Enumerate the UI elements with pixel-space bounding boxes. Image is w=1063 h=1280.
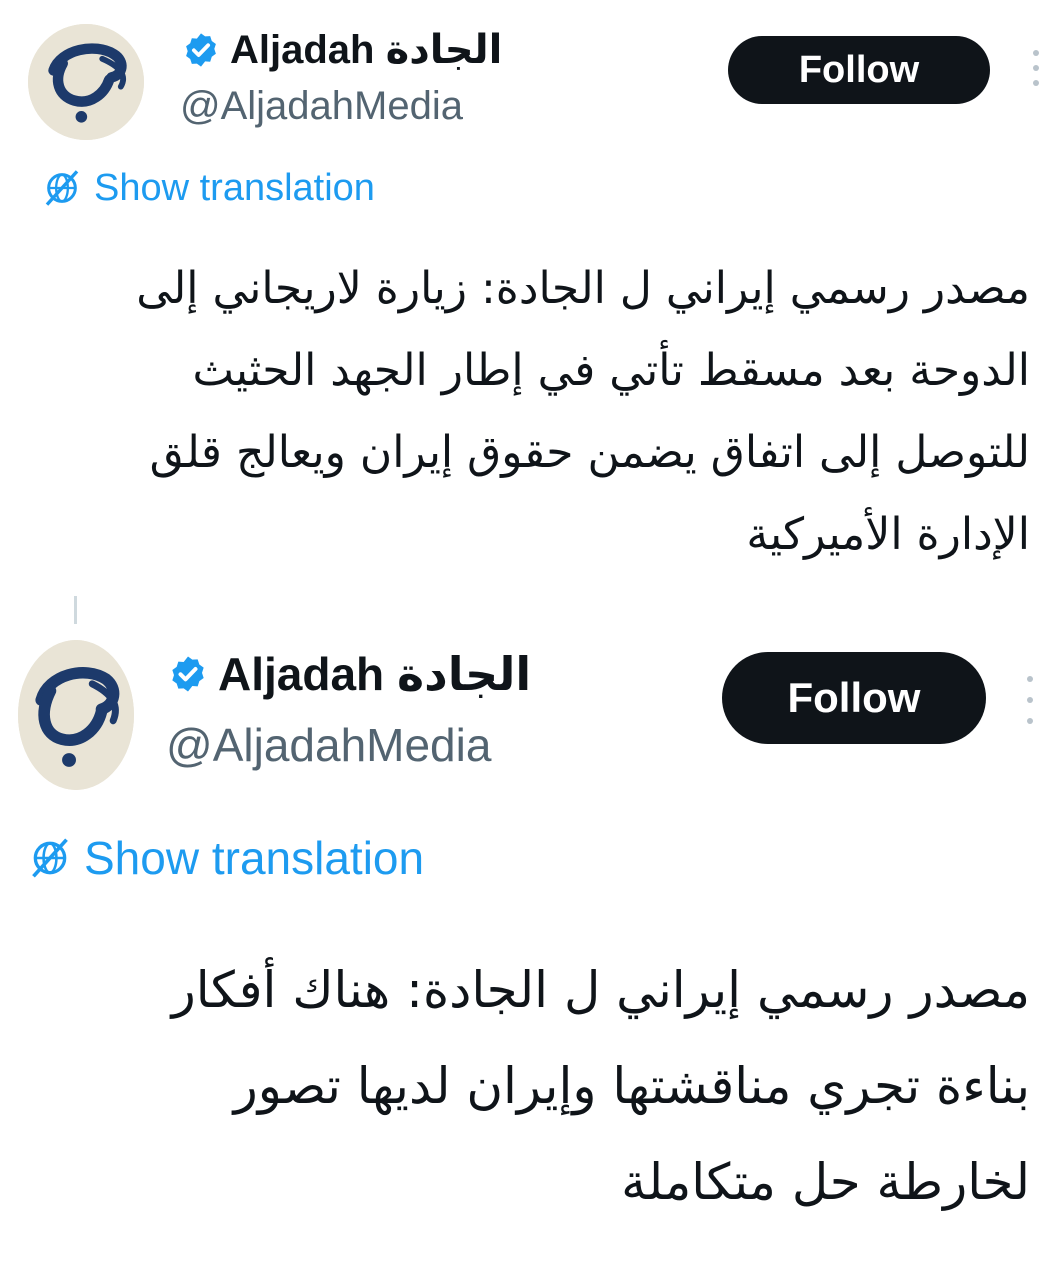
globe-slash-icon (42, 168, 82, 208)
verified-badge-icon (182, 31, 220, 69)
author-handle[interactable]: @AljadahMedia (180, 84, 463, 129)
more-vertical-icon[interactable] (1024, 676, 1036, 724)
author-handle[interactable]: @AljadahMedia (166, 718, 491, 772)
verified-badge-icon (168, 654, 208, 694)
avatar[interactable] (28, 24, 144, 140)
tweet-text: مصدر رسمي إيراني ل الجادة: زيارة لاريجان… (136, 263, 1030, 560)
tweet-text: مصدر رسمي إيراني ل الجادة: هناك أفكار بن… (171, 961, 1030, 1211)
show-translation-link[interactable]: Show translation (28, 828, 424, 888)
author-display-name[interactable]: Aljadah الجادة (230, 27, 502, 73)
author-name-row[interactable]: Aljadah الجادة (168, 644, 531, 704)
show-translation-label: Show translation (84, 832, 425, 884)
follow-button[interactable]: Follow (722, 652, 986, 744)
tweet-card[interactable]: Aljadah الجادة @AljadahMedia Follow Show… (0, 0, 1063, 600)
author-display-name[interactable]: Aljadah الجادة (218, 647, 531, 701)
more-vertical-icon[interactable] (1030, 50, 1042, 86)
avatar[interactable] (18, 640, 134, 790)
follow-button[interactable]: Follow (728, 36, 990, 104)
aljadah-logo-icon (18, 640, 134, 790)
aljadah-logo-icon (28, 24, 144, 140)
globe-slash-icon (28, 836, 72, 880)
show-translation-label: Show translation (94, 166, 375, 209)
tweet-card[interactable]: Aljadah الجادة @AljadahMedia Follow Show… (0, 600, 1063, 1280)
author-name-row[interactable]: Aljadah الجادة (182, 26, 502, 74)
show-translation-link[interactable]: Show translation (42, 166, 375, 210)
